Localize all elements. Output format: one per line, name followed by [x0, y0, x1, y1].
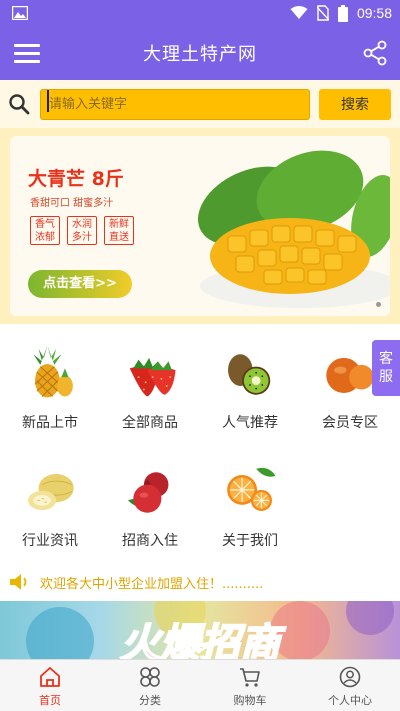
speaker-icon: [10, 574, 27, 590]
notice-bar[interactable]: 欢迎各大中小型企业加盟入住！..........: [0, 566, 400, 598]
banner-carousel[interactable]: 大青芒 8斤 香甜可口 甜蜜多汁 香气 浓郁 水润 多汁 新鲜 直送 点击查看>…: [0, 128, 400, 324]
home-icon: [40, 667, 60, 687]
tab-label: 购物车: [233, 694, 267, 707]
category-icon: [140, 667, 160, 687]
image-notification-icon: [12, 6, 28, 20]
status-time: 09:58: [356, 5, 392, 21]
promo-art: 火爆招商: [26, 601, 394, 659]
category-label: 全部商品: [122, 415, 178, 431]
banner-tag: 新鲜 直送: [104, 216, 134, 245]
category-industry-news[interactable]: 行业资讯: [0, 450, 100, 550]
pineapple-icon: [33, 345, 73, 398]
customer-service-tab[interactable]: 客 服: [372, 340, 400, 396]
status-bar: 09:58: [0, 0, 400, 26]
tab-label: 个人中心: [328, 694, 372, 707]
category-label: 新品上市: [22, 415, 78, 431]
promo-text: 火爆招商: [120, 621, 286, 659]
banner-tag: 水润 多汁: [67, 216, 97, 245]
category-label: 行业资讯: [22, 533, 78, 549]
tab-category[interactable]: 分类: [100, 660, 200, 711]
tag-line: 香气: [35, 219, 55, 230]
category-new-products[interactable]: 新品上市: [0, 332, 100, 432]
notice-text: 欢迎各大中小型企业加盟入住！..........: [40, 576, 264, 592]
category-grid: 新品上市 全部商品 人气推荐 会员专区 行业资讯 招商入住 关于我们: [0, 328, 400, 560]
hamburger-menu-icon[interactable]: [14, 40, 42, 66]
pomegranate-icon: [128, 472, 169, 513]
banner-title: 大青芒 8斤: [28, 168, 124, 190]
mango-image: [198, 150, 390, 308]
search-button[interactable]: 搜索: [319, 88, 391, 120]
tab-home[interactable]: 首页: [0, 660, 100, 711]
page-title: 大理土特产网: [143, 44, 257, 65]
bottom-tab-bar: 首页 分类 购物车 个人中心: [0, 659, 400, 711]
banner-tag: 香气 浓郁: [30, 216, 60, 245]
search-bar: 搜索: [0, 80, 400, 128]
share-icon[interactable]: [362, 39, 388, 67]
banner-slide[interactable]: 大青芒 8斤 香甜可口 甜蜜多汁 香气 浓郁 水润 多汁 新鲜 直送 点击查看>…: [10, 136, 390, 316]
tag-line: 直送: [109, 232, 129, 243]
tag-line: 新鲜: [109, 219, 129, 230]
category-label: 关于我们: [222, 533, 278, 549]
carousel-indicator[interactable]: [376, 302, 381, 307]
strawberry-icon: [129, 357, 176, 397]
wifi-icon: [290, 6, 308, 19]
melon-icon: [28, 474, 74, 511]
tab-label: 分类: [139, 694, 161, 707]
tag-line: 水润: [72, 219, 92, 230]
category-about-us[interactable]: 关于我们: [200, 450, 300, 550]
category-label: 招商入住: [122, 533, 178, 549]
cart-icon: [240, 668, 260, 687]
tab-cart[interactable]: 购物车: [200, 660, 300, 711]
no-sim-icon: [316, 5, 329, 21]
category-merchants[interactable]: 招商入住: [100, 450, 200, 550]
category-label: 人气推荐: [222, 415, 278, 431]
service-text: 客: [379, 351, 393, 367]
search-icon[interactable]: [8, 93, 30, 115]
kiwi-icon: [228, 354, 271, 395]
tag-line: 多汁: [72, 232, 92, 243]
tab-label: 首页: [39, 694, 61, 707]
search-input[interactable]: [40, 88, 310, 120]
user-icon: [339, 666, 361, 688]
service-text: 服: [379, 369, 393, 385]
banner-subtitle: 香甜可口 甜蜜多汁: [30, 198, 114, 209]
tab-profile[interactable]: 个人中心: [300, 660, 400, 711]
category-label: 会员专区: [322, 415, 378, 431]
orange-slice-icon: [227, 467, 276, 511]
battery-icon: [337, 4, 348, 22]
banner-tags: 香气 浓郁 水润 多汁 新鲜 直送: [30, 216, 134, 245]
category-all-products[interactable]: 全部商品: [100, 332, 200, 432]
promo-banner[interactable]: 火爆招商: [0, 601, 400, 659]
category-popular[interactable]: 人气推荐: [200, 332, 300, 432]
tag-line: 浓郁: [35, 232, 55, 243]
text-caret: [47, 90, 49, 112]
app-header: 大理土特产网: [0, 26, 400, 80]
banner-view-button[interactable]: 点击查看>>: [28, 270, 132, 298]
